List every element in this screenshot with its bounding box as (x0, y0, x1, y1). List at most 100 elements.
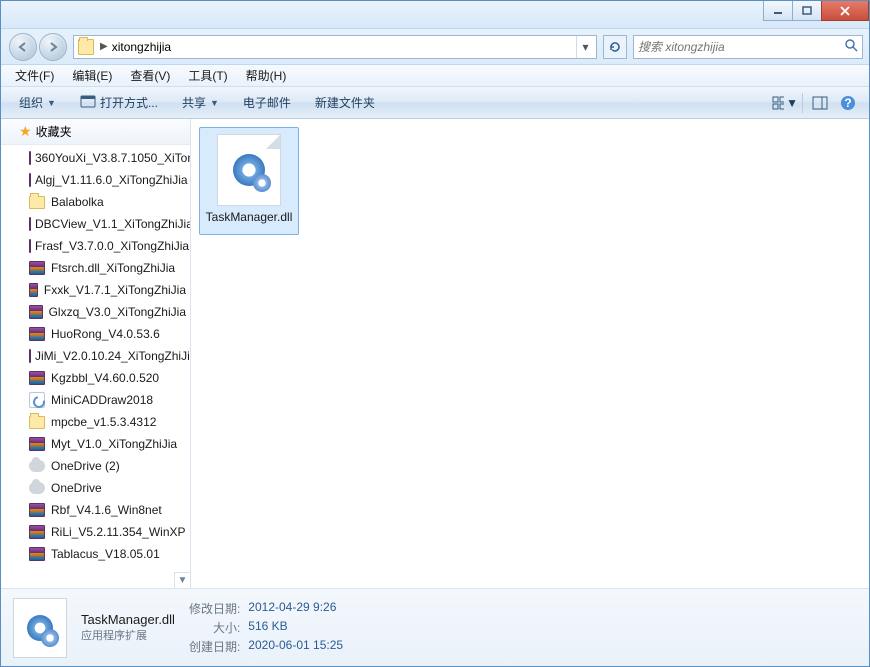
rar-icon (29, 503, 45, 517)
details-filetype: 应用程序扩展 (81, 627, 175, 643)
rar-icon (29, 327, 45, 341)
minimize-button[interactable] (763, 1, 793, 21)
menu-file[interactable]: 文件(F) (7, 65, 62, 86)
sidebar-item[interactable]: Ftsrch.dll_XiTongZhiJia (1, 257, 190, 279)
sidebar-item[interactable]: Kgzbbl_V4.60.0.520 (1, 367, 190, 389)
menu-edit[interactable]: 编辑(E) (64, 65, 120, 86)
modified-value: 2012-04-29 9:26 (248, 600, 343, 617)
svg-text:?: ? (844, 96, 851, 110)
search-box[interactable] (633, 35, 863, 59)
file-item-selected[interactable]: TaskManager.dll (199, 127, 299, 235)
rar-icon (29, 525, 45, 539)
sidebar-item[interactable]: 360YouXi_V3.8.7.1050_XiTongZhiJia (1, 147, 190, 169)
chevron-down-icon: ▼ (210, 98, 219, 108)
folder-icon (78, 39, 94, 55)
refresh-button[interactable] (603, 35, 627, 59)
sidebar-item-label: Frasf_V3.7.0.0_XiTongZhiJia (35, 239, 189, 253)
sidebar-item[interactable]: RiLi_V5.2.11.354_WinXP (1, 521, 190, 543)
sidebar-item[interactable]: Balabolka (1, 191, 190, 213)
toolbar: 组织 ▼ 打开方式... 共享 ▼ 电子邮件 新建文件夹 ▼ (1, 87, 869, 119)
details-thumbnail (13, 598, 67, 658)
size-value: 516 KB (248, 619, 343, 636)
sidebar-item-label: JiMi_V2.0.10.24_XiTongZhiJia (35, 349, 190, 363)
body: ★ 收藏夹 360YouXi_V3.8.7.1050_XiTongZhiJia A… (1, 119, 869, 588)
sidebar-item-label: HuoRong_V4.0.53.6 (51, 327, 160, 341)
menu-bar: 文件(F) 编辑(E) 查看(V) 工具(T) 帮助(H) (1, 65, 869, 87)
sidebar-tree: 360YouXi_V3.8.7.1050_XiTongZhiJia Algj_V1… (1, 145, 190, 572)
sidebar-item[interactable]: Glxzq_V3.0_XiTongZhiJia (1, 301, 190, 323)
open-with-button[interactable]: 打开方式... (70, 91, 168, 114)
preview-pane-button[interactable] (807, 92, 833, 114)
search-input[interactable] (638, 40, 844, 54)
open-with-icon (80, 94, 96, 111)
file-name: TaskManager.dll (206, 210, 293, 226)
sidebar-item-label: mpcbe_v1.5.3.4312 (51, 415, 156, 429)
minimize-icon (773, 6, 783, 16)
sidebar-item-label: OneDrive (2) (51, 459, 120, 473)
favorites-label: 收藏夹 (36, 123, 72, 140)
sidebar-item[interactable]: Algj_V1.11.6.0_XiTongZhiJia (1, 169, 190, 191)
sidebar-item[interactable]: Frasf_V3.7.0.0_XiTongZhiJia (1, 235, 190, 257)
sidebar: ★ 收藏夹 360YouXi_V3.8.7.1050_XiTongZhiJia A… (1, 119, 191, 588)
sidebar-item[interactable]: Fxxk_V1.7.1_XiTongZhiJia (1, 279, 190, 301)
rar-icon (29, 283, 38, 297)
sidebar-item-label: Glxzq_V3.0_XiTongZhiJia (49, 305, 186, 319)
menu-view[interactable]: 查看(V) (122, 65, 178, 86)
created-label: 创建日期: (189, 638, 240, 655)
sidebar-item[interactable]: JiMi_V2.0.10.24_XiTongZhiJia (1, 345, 190, 367)
favorites-header[interactable]: ★ 收藏夹 (1, 119, 190, 145)
sidebar-item-label: MiniCADDraw2018 (51, 393, 153, 407)
sidebar-item[interactable]: OneDrive (2) (1, 455, 190, 477)
sidebar-item-label: RiLi_V5.2.11.354_WinXP (51, 525, 186, 539)
sidebar-item-label: Balabolka (51, 195, 104, 209)
sidebar-item[interactable]: mpcbe_v1.5.3.4312 (1, 411, 190, 433)
close-button[interactable] (821, 1, 869, 21)
forward-button[interactable] (39, 33, 67, 61)
sidebar-item-label: Ftsrch.dll_XiTongZhiJia (51, 261, 175, 275)
window-controls (764, 1, 869, 21)
rar-icon (29, 261, 45, 275)
breadcrumb-sep-icon[interactable]: ▶ (96, 41, 112, 52)
search-icon[interactable] (844, 38, 858, 55)
share-button[interactable]: 共享 ▼ (172, 91, 229, 114)
arrow-right-icon (47, 41, 59, 53)
sidebar-item[interactable]: MiniCADDraw2018 (1, 389, 190, 411)
breadcrumb-folder[interactable]: xitongzhijia (112, 40, 171, 54)
back-button[interactable] (9, 33, 37, 61)
address-bar[interactable]: ▶ xitongzhijia ▾ (73, 35, 597, 59)
sidebar-item[interactable]: HuoRong_V4.0.53.6 (1, 323, 190, 345)
maximize-button[interactable] (792, 1, 822, 21)
separator (802, 93, 803, 113)
view-options-button[interactable]: ▼ (772, 92, 798, 114)
folder-icon (29, 416, 45, 429)
nav-row: ▶ xitongzhijia ▾ (1, 29, 869, 65)
titlebar (1, 1, 869, 29)
sidebar-item[interactable]: Rbf_V4.1.6_Win8net (1, 499, 190, 521)
menu-tools[interactable]: 工具(T) (180, 65, 235, 86)
sidebar-item[interactable]: DBCView_V1.1_XiTongZhiJia (1, 213, 190, 235)
help-button[interactable]: ? (835, 92, 861, 114)
content-area[interactable]: TaskManager.dll (191, 119, 869, 588)
sidebar-item[interactable]: OneDrive (1, 477, 190, 499)
open-with-label: 打开方式... (100, 94, 158, 111)
email-label: 电子邮件 (243, 94, 291, 111)
sidebar-item-label: Fxxk_V1.7.1_XiTongZhiJia (44, 283, 186, 297)
menu-help[interactable]: 帮助(H) (238, 65, 295, 86)
sidebar-item-label: Rbf_V4.1.6_Win8net (51, 503, 162, 517)
details-filename: TaskManager.dll (81, 612, 175, 627)
sidebar-item[interactable]: Tablacus_V18.05.01 (1, 543, 190, 565)
view-icon (772, 96, 784, 110)
folder-icon (29, 196, 45, 209)
email-button[interactable]: 电子邮件 (233, 91, 301, 114)
address-dropdown-icon[interactable]: ▾ (576, 36, 594, 58)
details-pane: TaskManager.dll 应用程序扩展 修改日期: 2012-04-29 … (1, 588, 869, 666)
new-folder-button[interactable]: 新建文件夹 (305, 91, 385, 114)
organize-button[interactable]: 组织 ▼ (9, 91, 66, 114)
chevron-down-icon: ▼ (786, 96, 798, 110)
rar-icon (29, 305, 43, 319)
created-value: 2020-06-01 15:25 (248, 638, 343, 655)
sidebar-item-label: Algj_V1.11.6.0_XiTongZhiJia (35, 173, 188, 187)
sidebar-item[interactable]: Myt_V1.0_XiTongZhiJia (1, 433, 190, 455)
scroll-down-button[interactable]: ▼ (174, 572, 190, 588)
modified-label: 修改日期: (189, 600, 240, 617)
